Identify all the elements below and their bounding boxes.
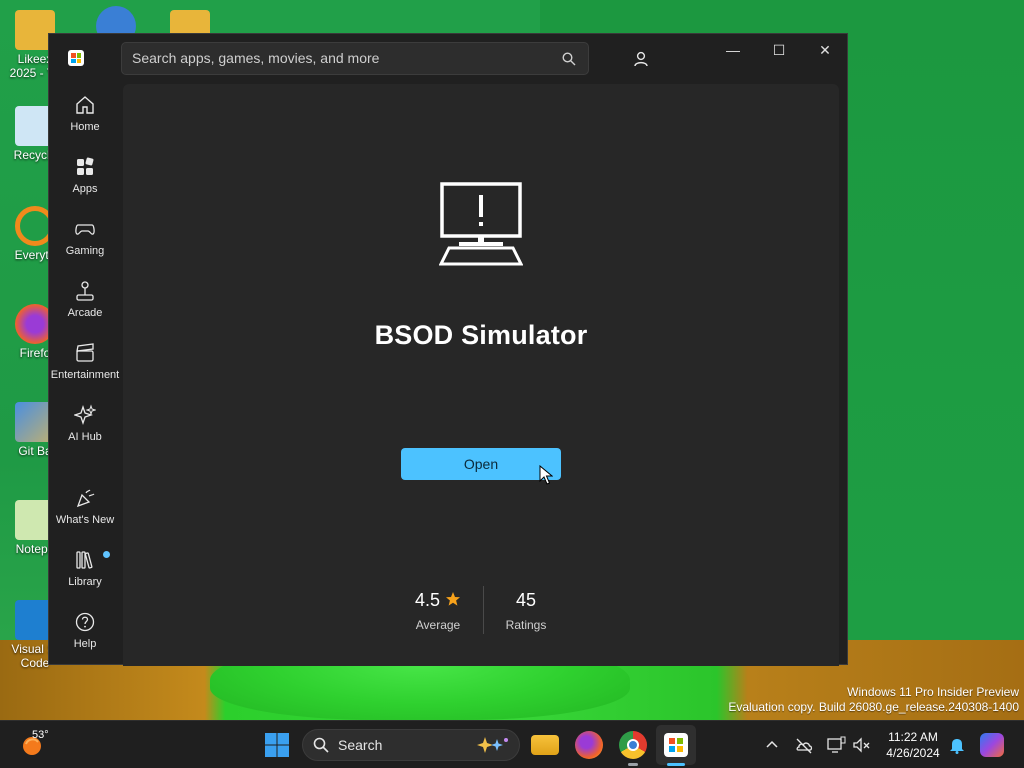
chevron-up-icon[interactable] xyxy=(762,735,782,755)
app-monitor-warning-icon xyxy=(439,182,523,266)
nav-item-ai-hub[interactable]: AI Hub xyxy=(49,404,121,460)
nav-item-library[interactable]: Library xyxy=(49,549,121,605)
update-indicator-dot xyxy=(103,551,110,558)
home-icon xyxy=(76,96,94,114)
search-input[interactable]: Search apps, games, movies, and more xyxy=(121,42,589,75)
weather-temperature: 53° xyxy=(32,729,49,741)
maximize-icon: ☐ xyxy=(772,42,786,58)
account-icon[interactable] xyxy=(631,49,651,69)
stat-divider xyxy=(483,586,484,634)
sidebar-nav: Home Apps Gaming Arcade Entertainment AI… xyxy=(49,84,121,666)
nav-item-arcade[interactable]: Arcade xyxy=(49,280,121,336)
open-button[interactable]: Open xyxy=(401,448,561,480)
help-icon xyxy=(75,612,95,632)
network-icon[interactable] xyxy=(826,735,846,755)
firefox-icon[interactable] xyxy=(575,731,603,759)
store-active-indicator xyxy=(667,763,685,766)
ratings-count: 45 Ratings xyxy=(489,588,563,632)
search-icon xyxy=(313,737,329,753)
store-icon xyxy=(664,733,688,757)
copilot-icon[interactable] xyxy=(980,733,1004,757)
windows-watermark: Windows 11 Pro Insider Preview Evaluatio… xyxy=(728,685,1019,714)
clapperboard-icon xyxy=(76,343,94,362)
library-icon xyxy=(76,551,93,569)
taskbar: 53° Search 11:22 AM 4/26/2024 xyxy=(0,720,1024,768)
chrome-icon[interactable] xyxy=(619,731,647,759)
star-icon xyxy=(446,592,461,606)
mouse-cursor-icon xyxy=(539,465,553,485)
onedrive-offline-icon[interactable] xyxy=(794,735,814,755)
store-taskbar-button[interactable] xyxy=(656,725,696,765)
chrome-running-indicator xyxy=(628,763,638,766)
nav-item-gaming[interactable]: Gaming xyxy=(49,218,121,274)
party-icon xyxy=(76,489,95,508)
minimize-button[interactable]: — xyxy=(715,42,751,62)
gamepad-icon xyxy=(75,224,95,235)
close-button[interactable]: ✕ xyxy=(807,42,843,62)
taskbar-search[interactable]: Search xyxy=(302,729,520,761)
nav-item-entertainment[interactable]: Entertainment xyxy=(49,342,121,398)
nav-item-home[interactable]: Home xyxy=(49,94,121,150)
apps-icon xyxy=(77,157,94,175)
joystick-icon xyxy=(76,281,94,301)
store-window: Search apps, games, movies, and more — ☐… xyxy=(48,33,848,666)
windows-start-icon[interactable] xyxy=(263,731,291,759)
notification-bell-icon[interactable] xyxy=(947,735,967,755)
title-bar[interactable]: Search apps, games, movies, and more — ☐… xyxy=(49,34,847,84)
search-icon[interactable] xyxy=(562,52,576,66)
sparkle-icon xyxy=(74,404,96,426)
maximize-button[interactable]: ☐ xyxy=(761,42,797,62)
nav-item-apps[interactable]: Apps xyxy=(49,156,121,212)
app-details-pane: BSOD Simulator Open 4.5 Average 45 Ratin… xyxy=(123,84,839,666)
rating-average: 4.5 Average xyxy=(393,588,483,632)
minimize-icon: — xyxy=(726,42,740,58)
close-icon: ✕ xyxy=(819,42,831,58)
clock-time: 11:22 AM xyxy=(888,730,938,744)
ratings-count-value: 45 xyxy=(515,590,537,610)
store-logo-icon xyxy=(68,50,84,66)
file-explorer-icon[interactable] xyxy=(531,735,559,755)
clock-date: 4/26/2024 xyxy=(886,746,940,760)
system-clock[interactable]: 11:22 AM 4/26/2024 xyxy=(872,729,954,761)
ratings-caption: Ratings xyxy=(505,618,547,632)
app-title: BSOD Simulator xyxy=(374,320,588,350)
rating-caption: Average xyxy=(415,618,461,632)
nav-item-help[interactable]: Help xyxy=(49,611,121,667)
rating-value: 4.5 xyxy=(414,590,440,610)
nav-item-whats-new[interactable]: What's New xyxy=(49,487,121,543)
search-highlight-sparkle-icon xyxy=(477,737,508,753)
volume-muted-icon[interactable] xyxy=(852,735,872,755)
